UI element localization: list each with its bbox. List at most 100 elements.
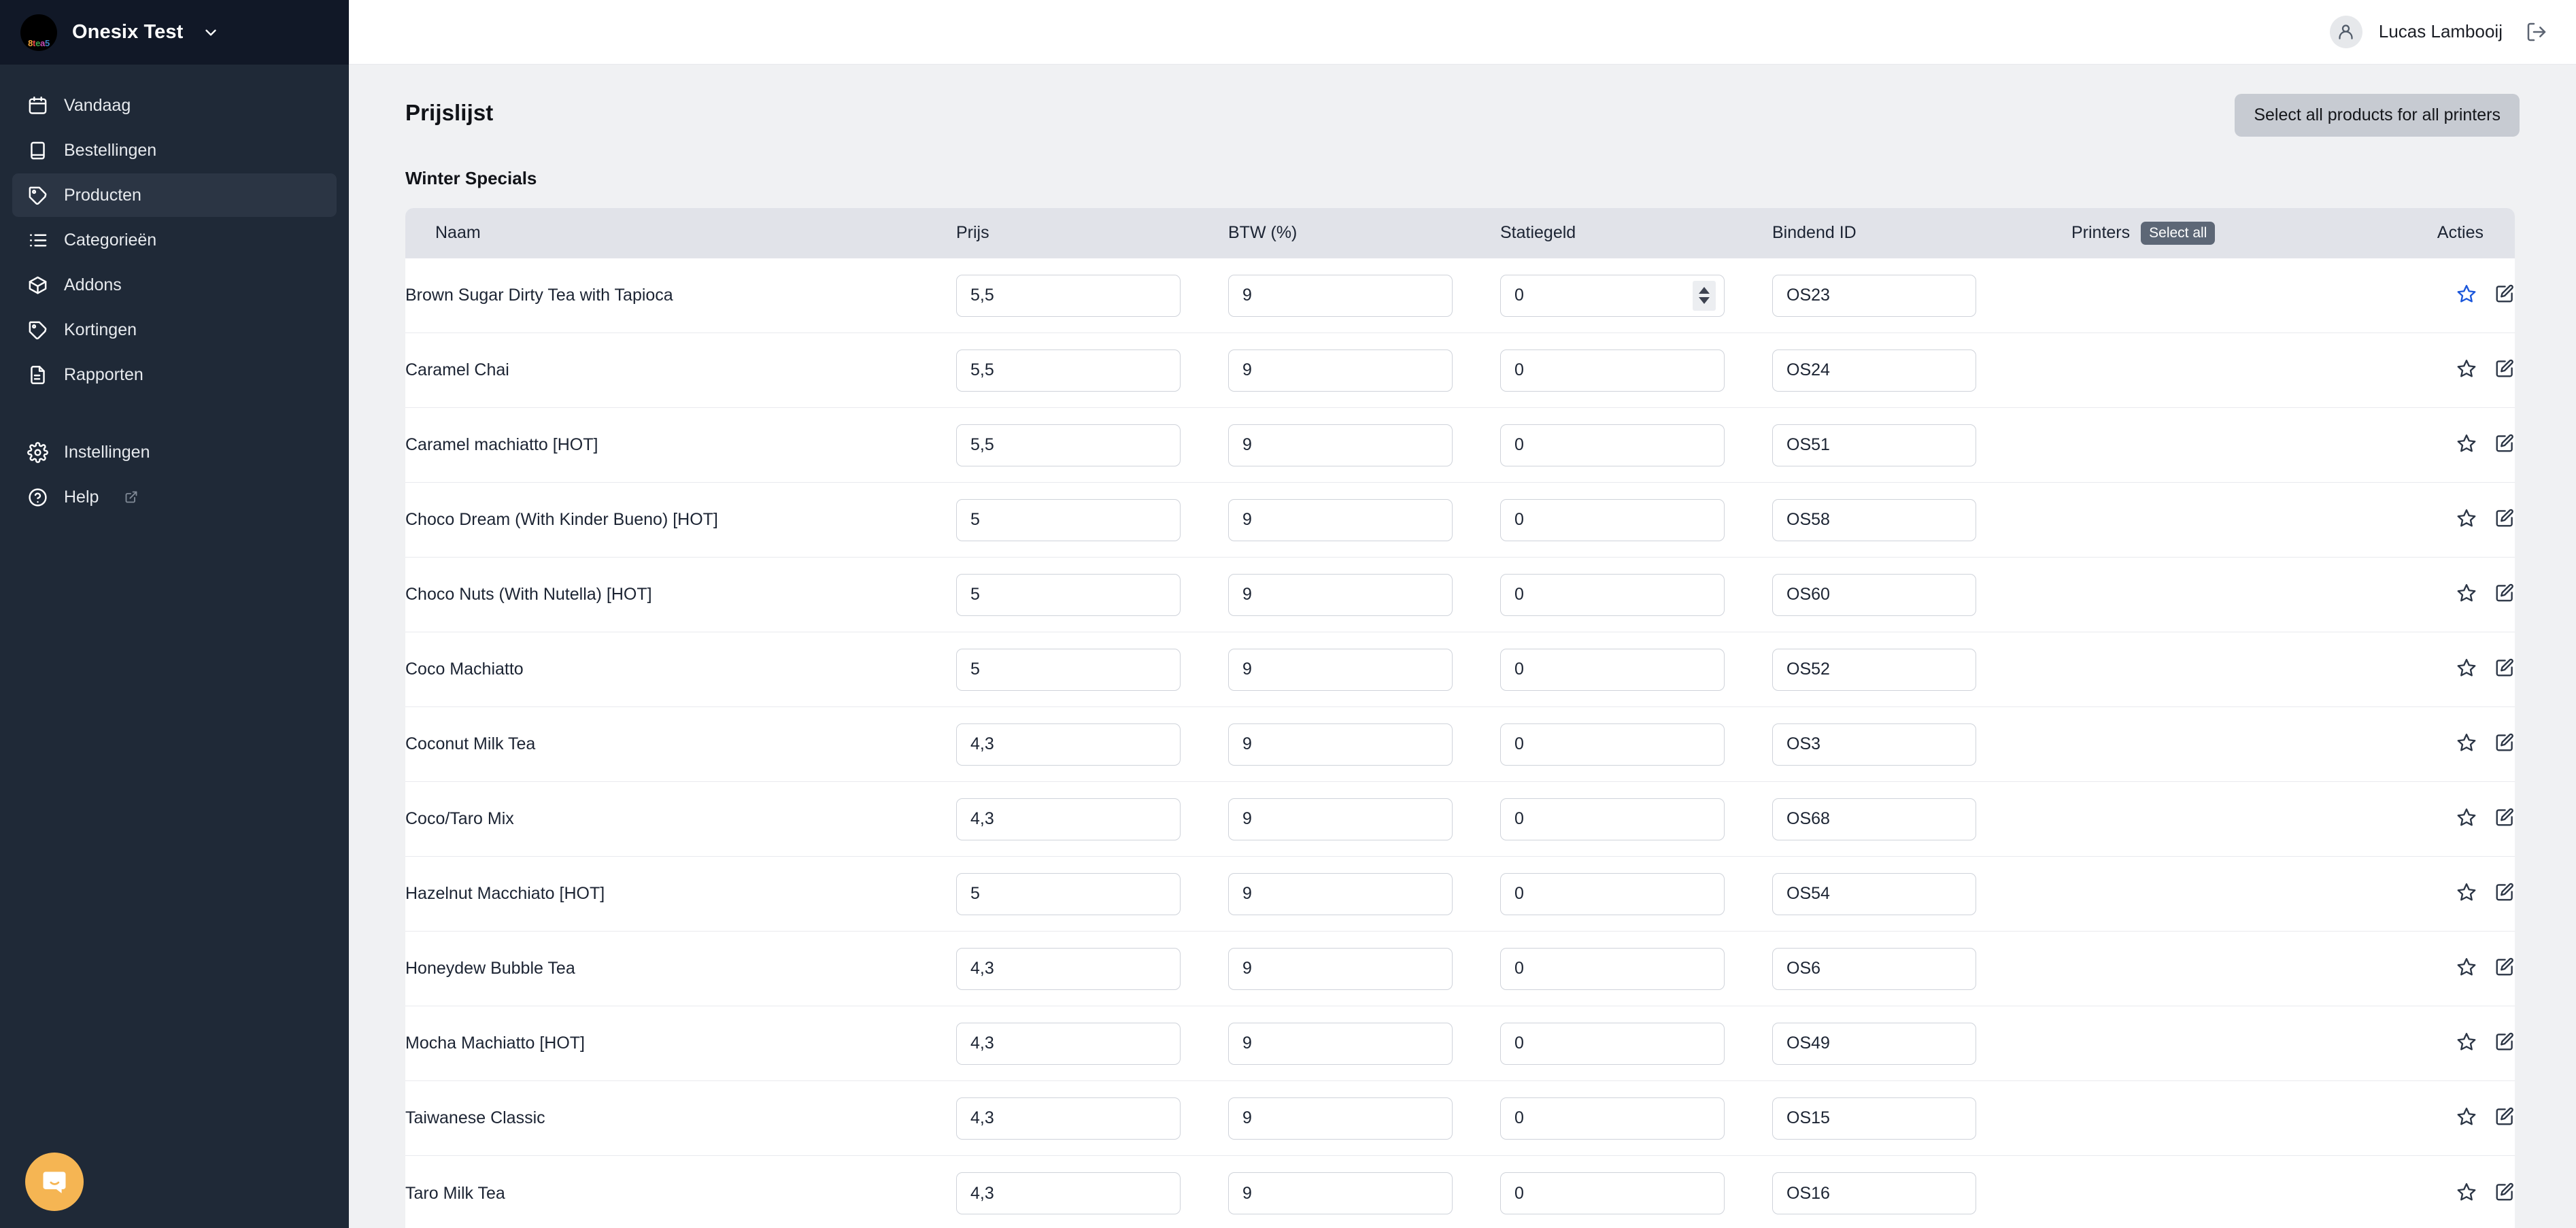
- sidebar-item-categorie-n[interactable]: Categorieën: [12, 218, 337, 262]
- select-all-products-for-all-printers-button[interactable]: Select all products for all printers: [2235, 93, 2520, 137]
- btw-input[interactable]: 9: [1228, 723, 1453, 766]
- star-icon[interactable]: [2456, 658, 2477, 678]
- bindend-id-input[interactable]: OS54: [1772, 872, 1976, 915]
- star-icon[interactable]: [2456, 1106, 2477, 1127]
- chevron-down-icon[interactable]: [202, 24, 220, 41]
- bindend-id-input[interactable]: OS24: [1772, 349, 1976, 392]
- star-icon[interactable]: [2456, 508, 2477, 528]
- prijs-input[interactable]: 5,5: [956, 274, 1181, 317]
- square-pen-icon[interactable]: [2494, 284, 2515, 304]
- star-icon[interactable]: [2456, 957, 2477, 977]
- bindend-id-input[interactable]: OS3: [1772, 723, 1976, 766]
- square-pen-icon[interactable]: [2494, 807, 2515, 828]
- square-pen-icon[interactable]: [2494, 358, 2515, 379]
- btw-input[interactable]: 9: [1228, 872, 1453, 915]
- star-icon[interactable]: [2456, 807, 2477, 828]
- prijs-input[interactable]: 4,3: [956, 1172, 1181, 1215]
- intercom-chat-icon[interactable]: [25, 1153, 84, 1211]
- star-icon[interactable]: [2456, 1182, 2477, 1202]
- btw-input[interactable]: 9: [1228, 349, 1453, 392]
- star-icon[interactable]: [2456, 882, 2477, 902]
- sidebar-item-bestellingen[interactable]: Bestellingen: [12, 129, 337, 172]
- prijs-input[interactable]: 4,3: [956, 1022, 1181, 1065]
- statiegeld-input[interactable]: 0: [1500, 1097, 1725, 1140]
- prijs-input[interactable]: 4,3: [956, 798, 1181, 840]
- btw-input[interactable]: 9: [1228, 798, 1453, 840]
- bindend-id-input[interactable]: OS23: [1772, 274, 1976, 317]
- square-pen-icon[interactable]: [2494, 658, 2515, 678]
- square-pen-icon[interactable]: [2494, 1031, 2515, 1052]
- star-icon[interactable]: [2456, 732, 2477, 753]
- statiegeld-input[interactable]: 0: [1500, 798, 1725, 840]
- logout-icon[interactable]: [2526, 21, 2547, 43]
- bindend-id-input[interactable]: OS16: [1772, 1172, 1976, 1215]
- star-icon[interactable]: [2456, 358, 2477, 379]
- bindend-id-input[interactable]: OS49: [1772, 1022, 1976, 1065]
- prijs-input[interactable]: 4,3: [956, 723, 1181, 766]
- statiegeld-input[interactable]: 0: [1500, 1172, 1725, 1215]
- statiegeld-input[interactable]: 0: [1500, 1022, 1725, 1065]
- bindend-id-input[interactable]: OS15: [1772, 1097, 1976, 1140]
- statiegeld-input[interactable]: 0: [1500, 498, 1725, 541]
- star-icon[interactable]: [2456, 284, 2477, 304]
- sidebar-item-vandaag[interactable]: Vandaag: [12, 84, 337, 127]
- statiegeld-input[interactable]: 0: [1500, 872, 1725, 915]
- square-pen-icon[interactable]: [2494, 433, 2515, 454]
- prijs-input[interactable]: 5: [956, 648, 1181, 691]
- btw-input[interactable]: 9: [1228, 648, 1453, 691]
- bindend-id-input[interactable]: OS51: [1772, 424, 1976, 466]
- statiegeld-input[interactable]: 0: [1500, 274, 1725, 317]
- prijs-input[interactable]: 5: [956, 573, 1181, 616]
- bindend-id-input[interactable]: OS6: [1772, 947, 1976, 990]
- star-icon[interactable]: [2456, 583, 2477, 603]
- statiegeld-input[interactable]: 0: [1500, 723, 1725, 766]
- printers-select-all-badge[interactable]: Select all: [2141, 221, 2216, 245]
- statiegeld-input[interactable]: 0: [1500, 947, 1725, 990]
- btw-input[interactable]: 9: [1228, 1172, 1453, 1215]
- org-switcher[interactable]: 8tea5 Onesix Test: [0, 0, 349, 65]
- btw-input[interactable]: 9: [1228, 274, 1453, 317]
- statiegeld-input[interactable]: 0: [1500, 349, 1725, 392]
- prijs-input[interactable]: 4,3: [956, 1097, 1181, 1140]
- square-pen-icon[interactable]: [2494, 508, 2515, 528]
- btw-input[interactable]: 9: [1228, 498, 1453, 541]
- bindend-id-input[interactable]: OS68: [1772, 798, 1976, 840]
- btw-input[interactable]: 9: [1228, 1097, 1453, 1140]
- star-icon[interactable]: [2456, 433, 2477, 454]
- column-header-statiegeld: Statiegeld: [1500, 207, 1772, 258]
- bindend-id-input[interactable]: OS52: [1772, 648, 1976, 691]
- prijs-input[interactable]: 5: [956, 872, 1181, 915]
- sidebar-item-help[interactable]: Help: [12, 475, 337, 519]
- page-content: Prijslijst Select all products for all p…: [349, 64, 2576, 1228]
- sidebar-item-label: Instellingen: [64, 442, 150, 462]
- bindend-id-input[interactable]: OS58: [1772, 498, 1976, 541]
- sidebar-item-instellingen[interactable]: Instellingen: [12, 430, 337, 474]
- sidebar-item-kortingen[interactable]: Kortingen: [12, 308, 337, 352]
- statiegeld-input[interactable]: 0: [1500, 648, 1725, 691]
- square-pen-icon[interactable]: [2494, 882, 2515, 902]
- btw-input[interactable]: 9: [1228, 947, 1453, 990]
- cell-statiegeld: 0: [1500, 1081, 1772, 1156]
- sidebar-item-rapporten[interactable]: Rapporten: [12, 353, 337, 396]
- square-pen-icon[interactable]: [2494, 957, 2515, 977]
- statiegeld-stepper[interactable]: [1693, 280, 1716, 311]
- statiegeld-input[interactable]: 0: [1500, 573, 1725, 616]
- square-pen-icon[interactable]: [2494, 1106, 2515, 1127]
- cell-btw: 9: [1228, 1081, 1500, 1156]
- btw-input[interactable]: 9: [1228, 424, 1453, 466]
- sidebar-item-addons[interactable]: Addons: [12, 263, 337, 307]
- user-menu[interactable]: Lucas Lambooij: [2329, 15, 2503, 48]
- bindend-id-input[interactable]: OS60: [1772, 573, 1976, 616]
- square-pen-icon[interactable]: [2494, 732, 2515, 753]
- prijs-input[interactable]: 5,5: [956, 349, 1181, 392]
- btw-input[interactable]: 9: [1228, 1022, 1453, 1065]
- prijs-input[interactable]: 4,3: [956, 947, 1181, 990]
- square-pen-icon[interactable]: [2494, 1182, 2515, 1202]
- btw-input[interactable]: 9: [1228, 573, 1453, 616]
- sidebar-item-producten[interactable]: Producten: [12, 173, 337, 217]
- prijs-input[interactable]: 5,5: [956, 424, 1181, 466]
- prijs-input[interactable]: 5: [956, 498, 1181, 541]
- star-icon[interactable]: [2456, 1031, 2477, 1052]
- statiegeld-input[interactable]: 0: [1500, 424, 1725, 466]
- square-pen-icon[interactable]: [2494, 583, 2515, 603]
